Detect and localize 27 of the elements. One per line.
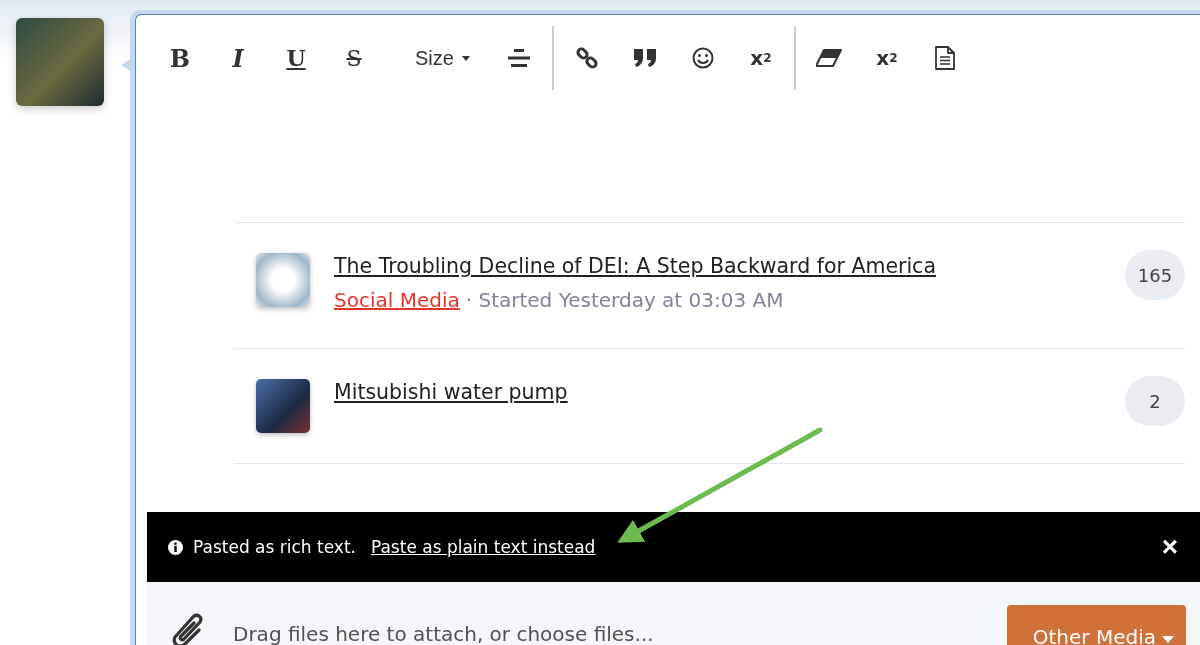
forum-link[interactable]: Social Media	[334, 288, 460, 312]
close-button[interactable]: ×	[1155, 531, 1184, 563]
attach-hint: Drag files here to attach, or choose files...	[233, 622, 654, 645]
italic-button[interactable]: I	[209, 38, 267, 78]
align-center-icon[interactable]	[507, 49, 530, 67]
thumbnail-placeholder	[256, 253, 310, 307]
thread-title-link[interactable]: The Troubling Decline of DEI: A Step Backward for America	[334, 254, 936, 278]
document-icon[interactable]	[934, 46, 955, 70]
strikethrough-button[interactable]: S	[325, 38, 383, 78]
caret-icon	[1162, 636, 1174, 643]
script-button[interactable]: x$^{2}$	[731, 38, 790, 78]
reply-count: 2	[1125, 376, 1185, 426]
thread-title-link[interactable]: Mitsubishi water pump	[334, 380, 568, 404]
plain-text-link[interactable]: Paste as plain text instead	[370, 537, 596, 557]
size-dropdown[interactable]: Size	[383, 38, 490, 78]
quote-icon[interactable]	[633, 49, 656, 67]
link-icon[interactable]	[575, 47, 598, 69]
eraser-icon[interactable]	[815, 49, 842, 67]
info-icon	[168, 539, 183, 555]
reply-count: 165	[1125, 250, 1185, 300]
smiley-icon[interactable]	[691, 47, 714, 69]
notice-message: Pasted as rich text.	[193, 537, 356, 557]
thread-info: · Started Yesterday at 03:03 AM	[465, 288, 784, 312]
caret-icon	[461, 55, 470, 61]
underline-button[interactable]: U	[267, 38, 325, 78]
bold-button[interactable]: B	[151, 38, 209, 78]
thumbnail-placeholder	[256, 379, 310, 433]
